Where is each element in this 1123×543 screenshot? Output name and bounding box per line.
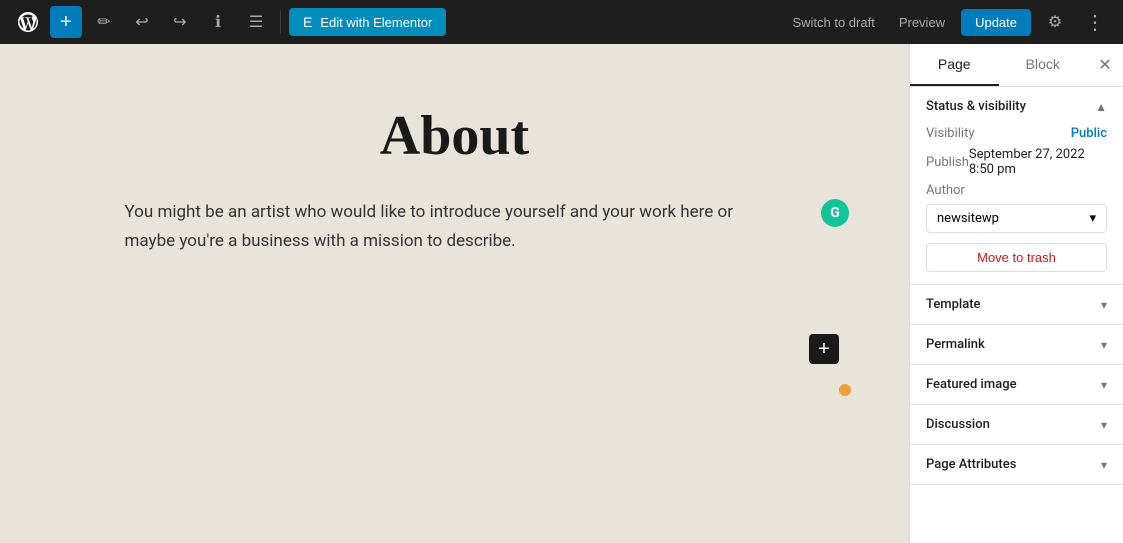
chevron-down-icon: ▾ <box>1089 211 1096 226</box>
chevron-down-icon: ▾ <box>1101 378 1107 392</box>
discussion-title: Discussion <box>926 417 990 432</box>
publish-label: Publish <box>926 155 969 170</box>
permalink-title: Permalink <box>926 337 985 352</box>
info-button[interactable]: ℹ <box>202 6 234 38</box>
status-visibility-body: Visibility Public Publish September 27, … <box>910 126 1123 284</box>
tab-page[interactable]: Page <box>910 44 999 86</box>
chevron-up-icon: ▲ <box>1095 100 1107 114</box>
elementor-label: Edit with Elementor <box>320 15 432 30</box>
status-visibility-header[interactable]: Status & visibility ▲ <box>910 87 1123 126</box>
page-attributes-title: Page Attributes <box>926 457 1016 472</box>
page-body[interactable]: You might be an artist who would like to… <box>105 198 805 256</box>
tab-block[interactable]: Block <box>999 44 1088 86</box>
page-attributes-section: Page Attributes ▾ <box>910 445 1123 485</box>
edit-button[interactable]: ✏ <box>88 6 120 38</box>
featured-image-title: Featured image <box>926 377 1017 392</box>
template-header[interactable]: Template ▾ <box>910 285 1123 324</box>
edit-with-elementor-button[interactable]: E Edit with Elementor <box>289 8 446 36</box>
visibility-value[interactable]: Public <box>1071 126 1107 141</box>
canvas: About You might be an artist who would l… <box>0 44 909 543</box>
settings-button[interactable]: ⚙ <box>1039 6 1071 38</box>
visibility-label: Visibility <box>926 126 975 141</box>
toolbar-divider <box>280 10 281 34</box>
add-block-button[interactable]: + <box>50 6 82 38</box>
template-title: Template <box>926 297 981 312</box>
grammarly-icon: G <box>821 199 849 227</box>
page-content: About You might be an artist who would l… <box>105 104 805 256</box>
switch-draft-button[interactable]: Switch to draft <box>784 11 882 34</box>
close-sidebar-button[interactable]: ✕ <box>1087 47 1123 83</box>
chevron-down-icon: ▾ <box>1101 298 1107 312</box>
page-attributes-header[interactable]: Page Attributes ▾ <box>910 445 1123 484</box>
permalink-section: Permalink ▾ <box>910 325 1123 365</box>
status-visibility-title: Status & visibility <box>926 99 1026 114</box>
list-view-button[interactable]: ☰ <box>240 6 272 38</box>
update-button[interactable]: Update <box>961 9 1031 36</box>
main-area: About You might be an artist who would l… <box>0 44 1123 543</box>
add-block-canvas-button[interactable]: + <box>809 334 839 364</box>
toolbar-left: + ✏ ↩ ↪ ℹ ☰ E Edit with Elementor <box>12 6 446 38</box>
discussion-header[interactable]: Discussion ▾ <box>910 405 1123 444</box>
author-select[interactable]: newsitewp ▾ <box>926 204 1107 233</box>
featured-image-header[interactable]: Featured image ▾ <box>910 365 1123 404</box>
chevron-down-icon: ▾ <box>1101 338 1107 352</box>
wordpress-logo[interactable] <box>12 6 44 38</box>
preview-button[interactable]: Preview <box>891 11 953 34</box>
author-value: newsitewp <box>937 211 999 226</box>
page-title[interactable]: About <box>105 104 805 168</box>
status-dot <box>839 384 851 396</box>
elementor-icon: E <box>303 14 312 30</box>
permalink-header[interactable]: Permalink ▾ <box>910 325 1123 364</box>
more-options-button[interactable]: ⋮ <box>1079 6 1111 38</box>
redo-button[interactable]: ↪ <box>164 6 196 38</box>
undo-button[interactable]: ↩ <box>126 6 158 38</box>
toolbar: + ✏ ↩ ↪ ℹ ☰ E Edit with Elementor Switch… <box>0 0 1123 44</box>
sidebar: Page Block ✕ Status & visibility ▲ Visib… <box>909 44 1123 543</box>
discussion-section: Discussion ▾ <box>910 405 1123 445</box>
chevron-down-icon: ▾ <box>1101 418 1107 432</box>
sidebar-header: Page Block ✕ <box>910 44 1123 87</box>
move-to-trash-button[interactable]: Move to trash <box>926 243 1107 272</box>
author-group: Author newsitewp ▾ <box>926 183 1107 233</box>
status-visibility-section: Status & visibility ▲ Visibility Public … <box>910 87 1123 285</box>
toolbar-right: Switch to draft Preview Update ⚙ ⋮ <box>784 6 1111 38</box>
author-label: Author <box>926 183 1107 198</box>
visibility-row: Visibility Public <box>926 126 1107 141</box>
chevron-down-icon: ▾ <box>1101 458 1107 472</box>
publish-row: Publish September 27, 2022 8:50 pm <box>926 147 1107 177</box>
template-section: Template ▾ <box>910 285 1123 325</box>
publish-value[interactable]: September 27, 2022 8:50 pm <box>969 147 1107 177</box>
featured-image-section: Featured image ▾ <box>910 365 1123 405</box>
